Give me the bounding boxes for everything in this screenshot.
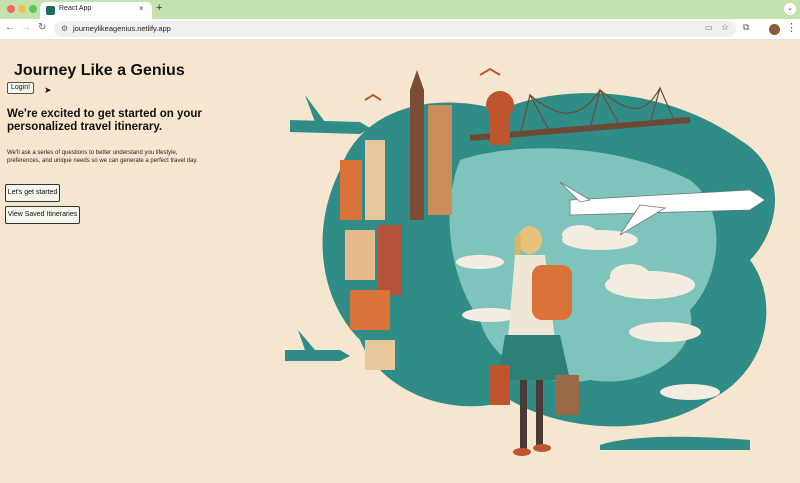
travel-illustration (285, 67, 775, 456)
more-menu-icon[interactable]: ⋮ (786, 21, 797, 34)
maximize-window-button[interactable] (29, 5, 37, 13)
tab-search-button[interactable]: ⌄ (784, 3, 796, 15)
close-window-button[interactable] (7, 5, 15, 13)
forward-icon[interactable]: → (21, 22, 31, 33)
minimize-window-button[interactable] (18, 5, 26, 13)
tab-strip: React App × + ⌄ (0, 0, 800, 19)
new-tab-button[interactable]: + (156, 2, 162, 14)
page-content: Journey Like a Genius Login! ➤ We're exc… (0, 40, 800, 483)
url-text[interactable]: journeylikeagenius.netlify.app (73, 24, 171, 33)
tab-react-app[interactable]: React App × (40, 2, 152, 19)
bookmark-star-icon[interactable]: ☆ (721, 22, 729, 33)
address-bar[interactable]: ⚙ journeylikeagenius.netlify.app ▭ ☆ (54, 21, 736, 37)
reload-icon[interactable]: ↻ (38, 22, 46, 33)
tab-title: React App (59, 5, 92, 12)
login-button[interactable]: Login! (7, 82, 35, 94)
extensions-icon[interactable]: ⧉ (743, 22, 749, 33)
mouse-cursor-icon: ➤ (44, 85, 52, 95)
view-saved-itineraries-button[interactable]: View Saved Itineraries (5, 206, 80, 224)
browser-toolbar: ← → ↻ ⚙ journeylikeagenius.netlify.app ▭… (0, 19, 800, 40)
site-settings-icon[interactable]: ⚙ (61, 24, 68, 33)
intro-description: We'll ask a series of questions to bette… (7, 150, 198, 164)
tab-close-icon[interactable]: × (139, 4, 144, 13)
profile-avatar[interactable] (769, 24, 780, 35)
app-title: Journey Like a Genius (14, 62, 185, 79)
get-started-button[interactable]: Let's get started (5, 184, 60, 202)
favicon-icon (46, 6, 55, 15)
intro-headline: We're excited to get started on your per… (7, 108, 202, 133)
back-icon[interactable]: ← (5, 22, 15, 33)
cast-icon[interactable]: ▭ (705, 23, 713, 32)
